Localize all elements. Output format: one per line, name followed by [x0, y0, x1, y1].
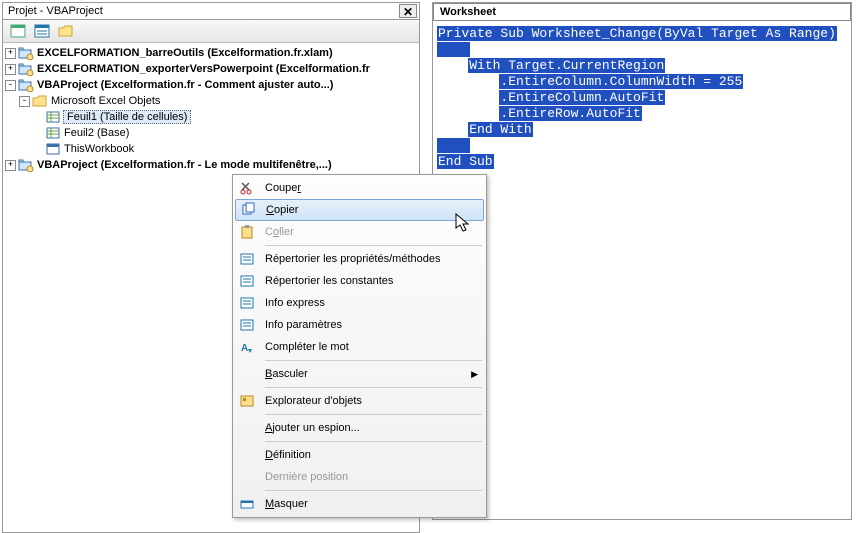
- object-dropdown[interactable]: Worksheet: [433, 3, 851, 21]
- code-dropdown-bar: Worksheet: [432, 2, 852, 20]
- complete-icon: A: [235, 336, 259, 358]
- project-icon: [18, 46, 34, 60]
- menu-item-label: Définition: [265, 449, 311, 461]
- menu-item-label: Ajouter un espion...: [265, 422, 360, 434]
- object-dropdown-value: Worksheet: [440, 6, 496, 18]
- project-explorer-toolbar: [2, 19, 420, 43]
- menu-icon-empty: [235, 363, 259, 385]
- tree-item[interactable]: + EXCELFORMATION_exporterVersPowerpoint (…: [3, 61, 419, 77]
- menu-item[interactable]: Info express: [235, 292, 484, 314]
- expand-toggle[interactable]: -: [5, 80, 16, 91]
- tree-item[interactable]: ThisWorkbook: [3, 141, 419, 157]
- sheet-icon: [45, 110, 61, 124]
- menu-item[interactable]: Masquer: [235, 493, 484, 515]
- menu-icon-empty: [235, 417, 259, 439]
- menu-item[interactable]: Ajouter un espion...: [235, 417, 484, 439]
- menu-item[interactable]: Basculer ▶: [235, 363, 484, 385]
- menu-item-label: Info express: [265, 297, 325, 309]
- code-pane: Worksheet Private Sub Worksheet_Change(B…: [432, 2, 852, 522]
- menu-item-label: Info paramètres: [265, 319, 342, 331]
- project-icon: [18, 158, 34, 172]
- menu-item-label: Dernière position: [265, 471, 348, 483]
- menu-separator: [265, 245, 482, 246]
- tree-item-label: VBAProject (Excelformation.fr - Le mode …: [36, 159, 333, 171]
- tree-item-label: Feuil1 (Taille de cellules): [63, 110, 191, 124]
- tree-item[interactable]: - Microsoft Excel Objets: [3, 93, 419, 109]
- tree-item[interactable]: + EXCELFORMATION_barreOutils (Excelformat…: [3, 45, 419, 61]
- cut-icon: [235, 177, 259, 199]
- submenu-arrow-icon: ▶: [471, 369, 478, 380]
- folder-icon[interactable]: [55, 21, 77, 41]
- menu-item[interactable]: Définition: [235, 444, 484, 466]
- close-icon[interactable]: ✕: [399, 4, 417, 18]
- hide-icon: [235, 493, 259, 515]
- menu-item[interactable]: Couper: [235, 177, 484, 199]
- tree-item-label: Microsoft Excel Objets: [50, 95, 161, 107]
- tree-item-label: EXCELFORMATION_exporterVersPowerpoint (E…: [36, 63, 371, 75]
- tree-item-label: EXCELFORMATION_barreOutils (Excelformati…: [36, 47, 334, 59]
- tree-item-label: ThisWorkbook: [63, 143, 135, 155]
- menu-item[interactable]: Explorateur d'objets: [235, 390, 484, 412]
- code-editor[interactable]: Private Sub Worksheet_Change(ByVal Targe…: [432, 20, 852, 520]
- info-icon: [235, 292, 259, 314]
- const-icon: [235, 270, 259, 292]
- menu-item-label: Coller: [265, 226, 294, 238]
- sheet-icon: [45, 126, 61, 140]
- menu-item[interactable]: Répertorier les constantes: [235, 270, 484, 292]
- menu-item-label: Compléter le mot: [265, 341, 349, 353]
- project-icon: [18, 78, 34, 92]
- props-icon: [235, 248, 259, 270]
- menu-item[interactable]: Répertorier les propriétés/méthodes: [235, 248, 484, 270]
- tree-item[interactable]: Feuil1 (Taille de cellules): [3, 109, 419, 125]
- svg-text:A: A: [241, 343, 248, 354]
- folder-icon: [32, 94, 48, 108]
- menu-item: Dernière position: [235, 466, 484, 488]
- menu-item-label: Basculer: [265, 368, 308, 380]
- expand-toggle[interactable]: +: [5, 64, 16, 75]
- tree-item-label: Feuil2 (Base): [63, 127, 130, 139]
- project-explorer-title-text: Projet - VBAProject: [8, 5, 103, 17]
- project-explorer-title: Projet - VBAProject ✕: [2, 2, 420, 19]
- expand-toggle[interactable]: -: [19, 96, 30, 107]
- view-list-icon[interactable]: [31, 21, 53, 41]
- tree-item[interactable]: Feuil2 (Base): [3, 125, 419, 141]
- menu-separator: [265, 387, 482, 388]
- expand-toggle[interactable]: +: [5, 160, 16, 171]
- menu-separator: [265, 441, 482, 442]
- menu-item-label: Couper: [265, 182, 301, 194]
- tree-item[interactable]: - VBAProject (Excelformation.fr - Comment…: [3, 77, 419, 93]
- view-code-icon[interactable]: [7, 21, 29, 41]
- expand-toggle[interactable]: +: [5, 48, 16, 59]
- menu-item[interactable]: Copier: [235, 199, 484, 221]
- menu-item-label: Répertorier les constantes: [265, 275, 393, 287]
- tree-item-label: VBAProject (Excelformation.fr - Comment …: [36, 79, 334, 91]
- menu-item-label: Masquer: [265, 498, 308, 510]
- menu-icon-empty: [235, 466, 259, 488]
- menu-item-label: Copier: [266, 204, 298, 216]
- menu-separator: [265, 360, 482, 361]
- menu-item-label: Répertorier les propriétés/méthodes: [265, 253, 440, 265]
- menu-item[interactable]: Info paramètres: [235, 314, 484, 336]
- menu-item-label: Explorateur d'objets: [265, 395, 362, 407]
- context-menu: Couper Copier Coller Répertorier les propri…: [232, 174, 487, 518]
- project-icon: [18, 62, 34, 76]
- menu-icon-empty: [235, 444, 259, 466]
- menu-separator: [265, 414, 482, 415]
- menu-item: Coller: [235, 221, 484, 243]
- paste-icon: [235, 221, 259, 243]
- objbrw-icon: [235, 390, 259, 412]
- params-icon: [235, 314, 259, 336]
- copy-icon: [236, 199, 260, 221]
- menu-item[interactable]: A Compléter le mot: [235, 336, 484, 358]
- tree-item[interactable]: + VBAProject (Excelformation.fr - Le mode…: [3, 157, 419, 173]
- menu-separator: [265, 490, 482, 491]
- book-icon: [45, 142, 61, 156]
